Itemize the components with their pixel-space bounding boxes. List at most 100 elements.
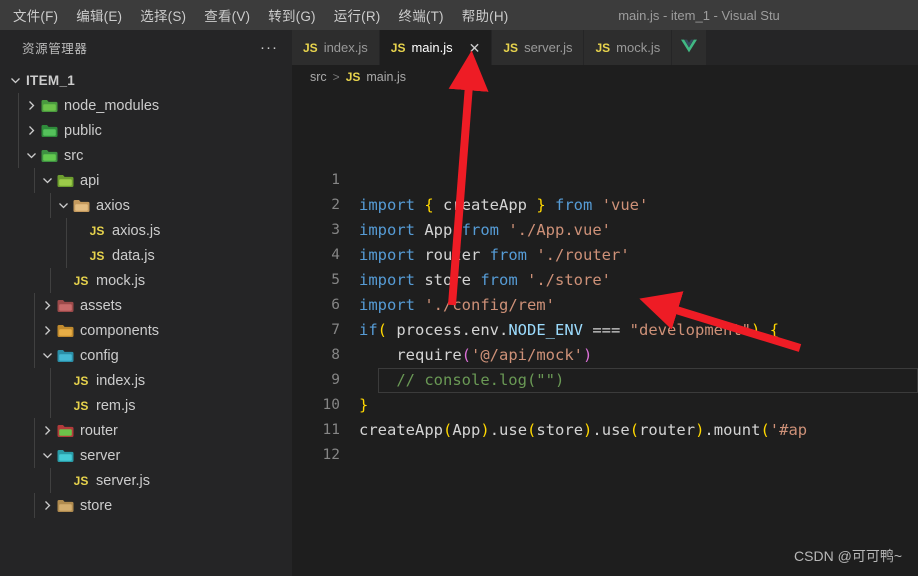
chevron-right-icon[interactable]: [40, 500, 54, 511]
tree-folder-api[interactable]: api: [0, 168, 292, 193]
chevron-right-icon[interactable]: [40, 325, 54, 336]
tree-folder-server[interactable]: server: [0, 443, 292, 468]
tree-file-data.js[interactable]: JS data.js: [0, 243, 292, 268]
tree-file-server.js[interactable]: JS server.js: [0, 468, 292, 493]
code-token: import: [359, 221, 425, 239]
indent-guide: [50, 193, 51, 218]
chevron-down-icon[interactable]: [40, 350, 54, 361]
code-token: ): [751, 321, 761, 339]
tab-server.js[interactable]: JS server.js: [492, 30, 585, 65]
code-line-text: require('@/api/mock'): [359, 343, 592, 368]
watermark: CSDN @可可鸭~: [794, 548, 902, 564]
assets-folder-icon: [54, 299, 76, 313]
indent-guide: [66, 243, 67, 268]
tree-folder-config[interactable]: config: [0, 343, 292, 368]
chevron-down-icon[interactable]: [40, 450, 54, 461]
code-token: import: [359, 196, 425, 214]
code-line: 1: [292, 168, 918, 193]
tree-folder-public[interactable]: public: [0, 118, 292, 143]
tree-file-index.js[interactable]: JS index.js: [0, 368, 292, 393]
code-token: process: [387, 321, 462, 339]
chevron-right-icon[interactable]: [40, 425, 54, 436]
code-token: '@/api/mock': [471, 346, 583, 364]
vscode-window: 文件(F) 编辑(E) 选择(S) 查看(V) 转到(G) 运行(R) 终端(T) 帮助(H)…: [0, 0, 918, 576]
nodejs-folder-icon: [38, 99, 60, 113]
code-token: router: [639, 421, 696, 439]
indent-guide: [34, 168, 35, 193]
tab-label: index.js: [323, 40, 368, 55]
chevron-down-icon[interactable]: [8, 75, 22, 86]
js-file-icon: JS: [73, 373, 89, 388]
chevron-down-icon[interactable]: [40, 175, 54, 186]
more-actions-icon[interactable]: ···: [260, 40, 278, 55]
tree-file-mock.js[interactable]: JS mock.js: [0, 268, 292, 293]
line-number: 9: [331, 372, 340, 388]
js-file-icon: JS: [70, 474, 92, 488]
code-line: 3 import App from './App.vue': [292, 218, 918, 243]
breadcrumb-folder[interactable]: src: [310, 70, 327, 84]
chevron-right-icon[interactable]: [40, 300, 54, 311]
js-file-icon: JS: [89, 223, 105, 238]
menu-file[interactable]: 文件(F): [4, 2, 67, 28]
js-file-icon: JS: [73, 273, 89, 288]
menu-help[interactable]: 帮助(H): [453, 2, 518, 28]
code-token: use: [601, 421, 630, 439]
close-icon[interactable]: ✕: [469, 41, 481, 55]
chevron-right-icon[interactable]: [24, 100, 38, 111]
menu-edit[interactable]: 编辑(E): [67, 2, 131, 28]
chevron-down-icon[interactable]: [24, 150, 38, 161]
tree-folder-node_modules[interactable]: node_modules: [0, 93, 292, 118]
tree-file-rem.js[interactable]: JS rem.js: [0, 393, 292, 418]
menu-bar: 文件(F) 编辑(E) 选择(S) 查看(V) 转到(G) 运行(R) 终端(T) 帮助(H): [0, 2, 518, 28]
code-line-text: if( process.env.NODE_ENV === "developmen…: [359, 318, 779, 343]
indent-guide: [34, 418, 35, 443]
tab-mock.js[interactable]: JS mock.js: [584, 30, 673, 65]
tree-folder-axios[interactable]: axios: [0, 193, 292, 218]
tree-item-label: axios.js: [112, 222, 161, 239]
tree-item-label: router: [80, 422, 118, 439]
indent-guide: [34, 343, 35, 368]
menu-run[interactable]: 运行(R): [325, 2, 390, 28]
line-number: 2: [331, 197, 340, 213]
code-token: ===: [583, 321, 630, 339]
chevron-down-icon[interactable]: [56, 200, 70, 211]
code-token: (: [527, 421, 537, 439]
tree-folder-store[interactable]: store: [0, 493, 292, 518]
src-folder-icon: [38, 149, 60, 163]
code-line: 7 if( process.env.NODE_ENV === "developme…: [292, 318, 918, 343]
chevron-right-icon[interactable]: [24, 125, 38, 136]
tree-item-label: mock.js: [96, 272, 146, 289]
tree-folder-assets[interactable]: assets: [0, 293, 292, 318]
code-token: './store': [527, 271, 611, 289]
tree-file-axios.js[interactable]: JS axios.js: [0, 218, 292, 243]
code-token: require: [396, 346, 462, 364]
code-line: 12: [292, 443, 918, 468]
js-file-icon: JS: [73, 398, 89, 413]
code-token: '#ap: [769, 421, 808, 439]
menu-selection[interactable]: 选择(S): [131, 2, 195, 28]
tree-folder-components[interactable]: components: [0, 318, 292, 343]
vue-file-icon: [681, 38, 698, 57]
code-editor[interactable]: 1 2 import { createApp } from 'vue' 3 import…: [292, 93, 918, 563]
api-folder-icon: [54, 174, 76, 188]
menu-go[interactable]: 转到(G): [259, 2, 325, 28]
explorer-header: 资源管理器 ···: [0, 30, 292, 65]
tab-vue-file[interactable]: [672, 30, 708, 65]
breadcrumb-file[interactable]: main.js: [366, 70, 406, 84]
tab-main.js[interactable]: JS main.js ✕: [379, 30, 493, 65]
menu-terminal[interactable]: 终端(T): [390, 2, 453, 28]
tab-label: mock.js: [616, 40, 661, 55]
code-token: .env.: [461, 321, 509, 339]
js-file-icon: JS: [595, 40, 611, 55]
line-number: 12: [322, 447, 340, 463]
router-folder-icon: [54, 424, 76, 438]
code-token: }: [359, 396, 369, 414]
tree-folder-router[interactable]: router: [0, 418, 292, 443]
tree-root-item_1[interactable]: ITEM_1: [0, 68, 292, 93]
tab-index.js[interactable]: JS index.js: [292, 30, 380, 65]
tree-folder-src[interactable]: src: [0, 143, 292, 168]
menu-view[interactable]: 查看(V): [195, 2, 259, 28]
